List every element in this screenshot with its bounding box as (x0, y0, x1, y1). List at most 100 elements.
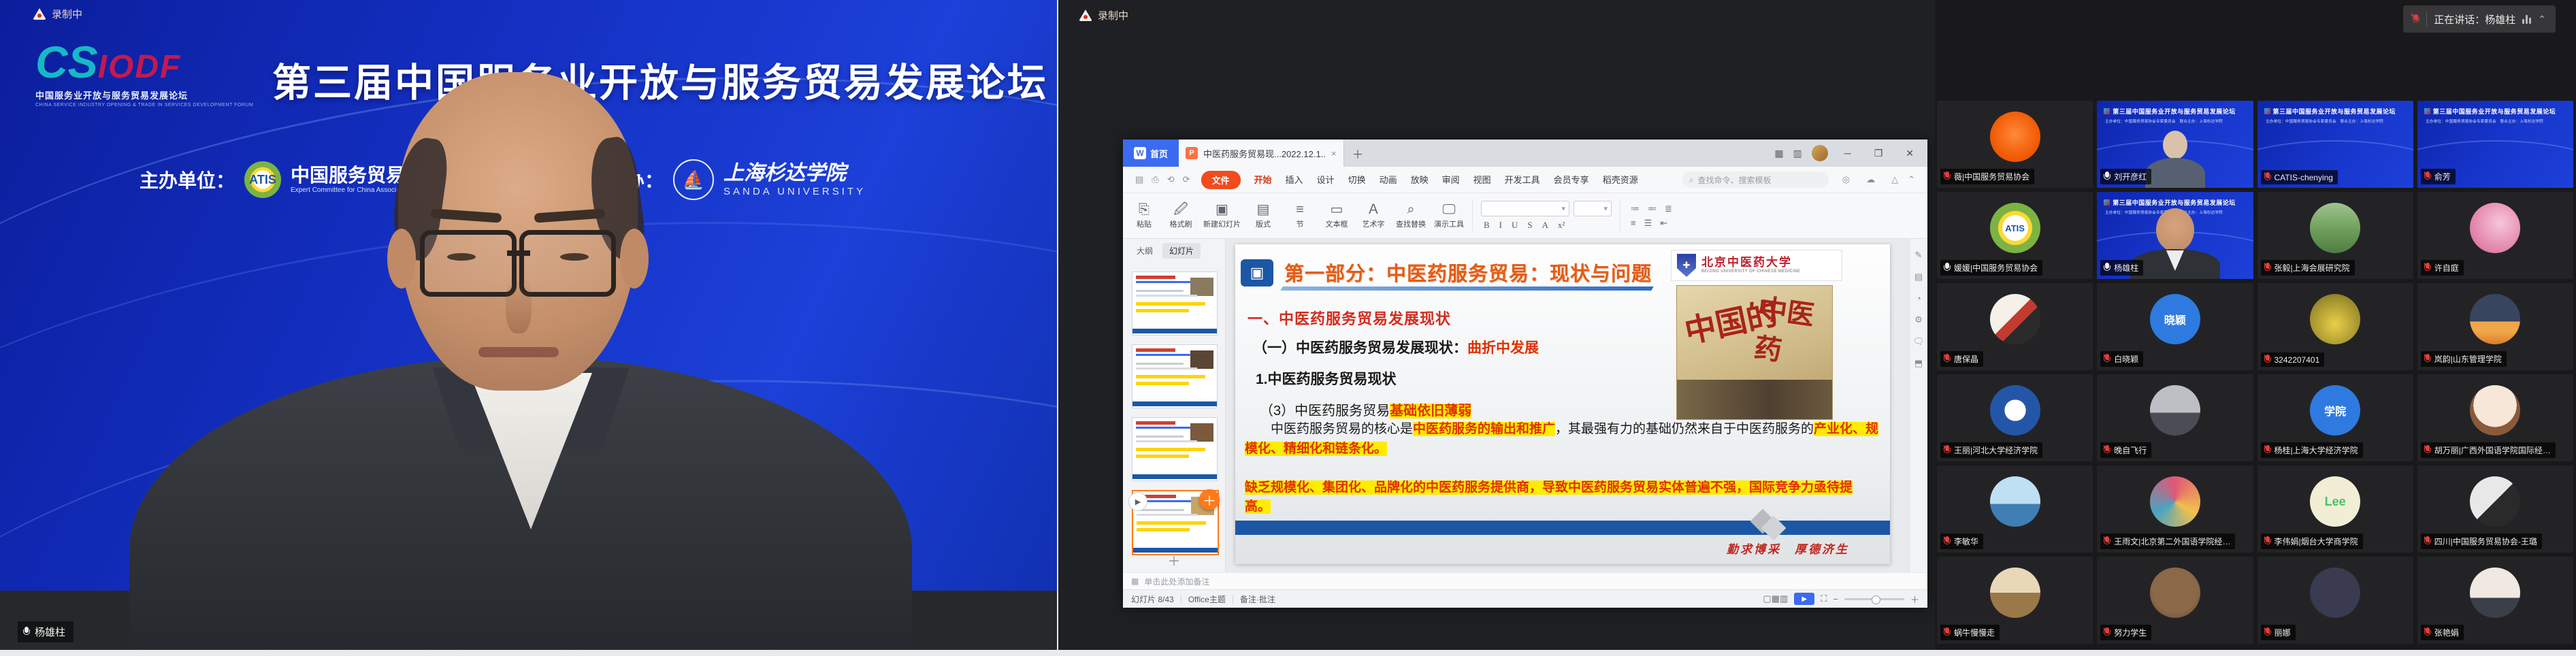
side-tool-icon-0[interactable]: ✎ (1915, 250, 1923, 261)
participant-tile-1[interactable]: 第三届中国服务业开放与服务贸易发展论坛 主办单位：中国服务贸易协会专家委员会 联… (2097, 101, 2253, 188)
command-search-box[interactable]: ⌕ 查找命令、搜索模板 (1682, 171, 1829, 188)
participant-tile-22[interactable]: 丽娜 (2257, 557, 2413, 644)
now-speaking-bar[interactable]: 正在讲话：杨雄柱 ⌃ (2403, 5, 2556, 33)
format-button-3[interactable]: S (1525, 220, 1535, 231)
participant-tile-10[interactable]: 3242207401 (2257, 283, 2413, 370)
ribbon-button-节[interactable]: ≡节 (1286, 203, 1314, 229)
font-size-select[interactable]: ▾ (1574, 201, 1612, 216)
maximize-button[interactable]: ❐ (1868, 148, 1890, 159)
ribbon-button-版式[interactable]: ▤版式 (1249, 203, 1277, 229)
ribbon-button-粘贴[interactable]: ⎘粘贴 (1130, 203, 1158, 229)
participant-tile-0[interactable]: 薇|中国服务贸易协会 (1937, 101, 2093, 188)
ribbon-tab-4[interactable]: 动画 (1373, 172, 1404, 188)
close-button[interactable]: ✕ (1899, 148, 1921, 159)
ribbon-button-格式刷[interactable]: 🖉格式刷 (1167, 203, 1195, 229)
add-slide-button[interactable]: ＋ (1123, 551, 1225, 570)
menu-right-icons[interactable]: ◎ ☁ △ (1830, 174, 1902, 185)
panel-tab-1[interactable]: 幻灯片 (1162, 243, 1201, 259)
view-mode-icon-1[interactable]: ▦ (1772, 593, 1780, 604)
format-button-0[interactable]: B (1481, 220, 1493, 231)
view-mode-buttons[interactable]: ▢▦▥ (1763, 593, 1788, 604)
ribbon-button-文本框[interactable]: ▭文本框 (1322, 203, 1351, 229)
paragraph-buttons[interactable]: ≔ ≕ ≣ (1629, 203, 1674, 214)
participant-tile-3[interactable]: 第三届中国服务业开放与服务贸易发展论坛 主办单位：中国服务贸易协会专家委员会 联… (2417, 101, 2573, 188)
quick-access-icons[interactable]: ▤⎙⟲⟳ (1131, 174, 1194, 186)
participant-tile-9[interactable]: 晓颖 白晓颖 (2097, 283, 2253, 370)
ribbon-tab-5[interactable]: 放映 (1404, 172, 1435, 188)
ribbon-tab-9[interactable]: 会员专享 (1547, 172, 1596, 188)
menu-right-icon-2[interactable]: △ (1887, 174, 1902, 185)
list-button-2[interactable]: ≣ (1663, 203, 1674, 214)
ribbon-tab-6[interactable]: 审阅 (1435, 172, 1467, 188)
format-button-5[interactable]: x² (1555, 220, 1567, 231)
slide-canvas[interactable]: ▣ 第一部分：中医药服务贸易：现状与问题 ✚ 北京中医药大学 BEIJING U… (1226, 239, 1909, 572)
layout-grid-icon[interactable]: ▦ (1774, 148, 1783, 159)
play-from-slide-button[interactable]: ▶ (1128, 492, 1147, 511)
quick-access-icon-3[interactable]: ⟳ (1179, 174, 1194, 184)
participant-tile-11[interactable]: 岚韵|山东管理学院 (2417, 283, 2573, 370)
slide-thumbnail-3[interactable] (1132, 417, 1218, 481)
quick-access-icon-1[interactable]: ⎙ (1147, 174, 1162, 184)
right-tool-strip[interactable]: ✎▤◔⚙🗨⬒ (1909, 239, 1927, 572)
list-button-1[interactable]: ≕ (1646, 203, 1659, 214)
notes-bar[interactable]: ▦ 单击此处添加备注 (1123, 572, 1927, 589)
ribbon-tab-0[interactable]: 开始 (1248, 172, 1279, 188)
format-button-2[interactable]: U (1509, 220, 1520, 231)
participant-tile-5[interactable]: 第三届中国服务业开放与服务贸易发展论坛 主办单位：中国服务贸易协会专家委员会 联… (2097, 192, 2253, 279)
ribbon-tab-10[interactable]: 稻壳资源 (1596, 172, 1645, 188)
zoom-knob[interactable] (1872, 595, 1880, 604)
zoom-in-button[interactable]: ＋ (1910, 593, 1919, 606)
participant-tile-7[interactable]: 许自庭 (2417, 192, 2573, 279)
participant-tile-15[interactable]: 胡万丽|广西外国语学院国际经… (2417, 374, 2573, 461)
ribbon-tab-7[interactable]: 视图 (1467, 172, 1498, 188)
participant-tile-8[interactable]: 唐保晶 (1937, 283, 2093, 370)
new-tab-button[interactable]: ＋ (1344, 145, 1372, 162)
collapse-ribbon-icon[interactable]: ⌃ (1904, 174, 1919, 185)
ribbon-button-艺术字[interactable]: Ａ艺术字 (1359, 203, 1388, 229)
ribbon-button-查找替换[interactable]: ⌕查找替换 (1396, 203, 1426, 229)
ribbon-tab-3[interactable]: 切换 (1341, 172, 1373, 188)
new-slide-fab[interactable]: ＋ (1199, 489, 1220, 510)
account-avatar[interactable] (1812, 145, 1828, 161)
quick-access-icon-0[interactable]: ▤ (1131, 174, 1147, 184)
zoom-out-button[interactable]: − (1833, 594, 1838, 604)
current-slide[interactable]: ▣ 第一部分：中医药服务贸易：现状与问题 ✚ 北京中医药大学 BEIJING U… (1235, 244, 1890, 564)
participant-tile-20[interactable]: 蜗牛慢慢走 (1937, 557, 2093, 644)
participant-tile-23[interactable]: 张艳娟 (2417, 557, 2573, 644)
zoom-slider[interactable] (1844, 598, 1904, 600)
menu-right-icon-0[interactable]: ◎ (1838, 174, 1854, 185)
fit-window-icon[interactable]: ⛶ (1821, 593, 1827, 604)
font-format-buttons[interactable]: BIUSAx² (1481, 220, 1612, 231)
ribbon-tab-2[interactable]: 设计 (1310, 172, 1341, 188)
participant-tile-21[interactable]: 努力学生 (2097, 557, 2253, 644)
view-mode-icon-2[interactable]: ▥ (1780, 593, 1788, 604)
close-tab-icon[interactable]: × (1331, 148, 1337, 159)
participant-tile-17[interactable]: 王雨文|北京第二外国语学院经… (2097, 465, 2253, 553)
layout-split-icon[interactable]: ▥ (1793, 148, 1802, 159)
minimize-button[interactable]: ─ (1838, 148, 1858, 159)
participant-tile-19[interactable]: 四川|中国服务贸易协会-王璐 (2417, 465, 2573, 553)
slide-thumbnail-1[interactable] (1132, 272, 1218, 335)
side-tool-icon-3[interactable]: ⚙ (1914, 314, 1923, 325)
align-button-0[interactable]: ≡ (1629, 218, 1638, 228)
side-tool-icon-4[interactable]: 🗨 (1913, 336, 1925, 347)
menu-right-icon-1[interactable]: ☁ (1862, 174, 1879, 185)
side-tool-icon-1[interactable]: ▤ (1914, 272, 1923, 282)
expand-icon[interactable]: ⌃ (2538, 14, 2546, 25)
participant-tile-4[interactable]: ATIS 媛媛|中国服务贸易协会 (1937, 192, 2093, 279)
participant-tile-18[interactable]: Lee 李伟娟|烟台大学商学院 (2257, 465, 2413, 553)
side-tool-icon-5[interactable]: ⬒ (1914, 358, 1923, 369)
quick-access-icon-2[interactable]: ⟲ (1163, 174, 1179, 184)
view-mode-icon-0[interactable]: ▢ (1763, 593, 1771, 604)
theme-label[interactable]: Office主题 (1188, 593, 1226, 605)
ribbon-button-演示工具[interactable]: 🖵演示工具 (1434, 203, 1464, 229)
annotation-label[interactable]: 备注·批注 (1240, 593, 1275, 605)
ribbon-tab-1[interactable]: 插入 (1279, 172, 1310, 188)
font-family-select[interactable]: ▾ (1481, 201, 1569, 216)
ribbon-tab-8[interactable]: 开发工具 (1498, 172, 1547, 188)
list-button-0[interactable]: ≔ (1629, 203, 1642, 214)
slideshow-play-button[interactable]: ▶ (1794, 593, 1814, 605)
wps-document-tab[interactable]: P 中医药服务贸易现...2022.12.1.. × (1179, 140, 1344, 167)
participant-tile-6[interactable]: 张毅|上海会展研究院 (2257, 192, 2413, 279)
format-button-1[interactable]: I (1497, 220, 1505, 231)
